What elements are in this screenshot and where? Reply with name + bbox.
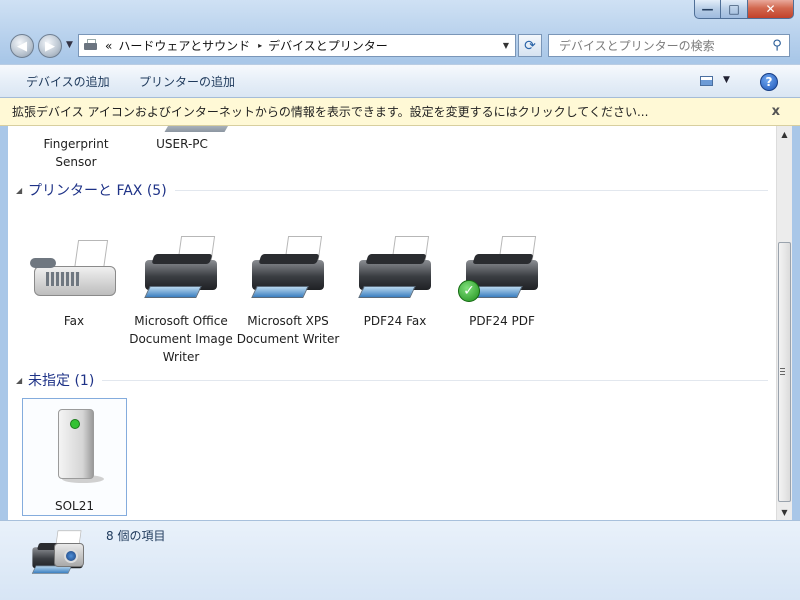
printer-item-fax[interactable]: Fax bbox=[22, 234, 126, 330]
group-header-printers-and-fax[interactable]: ◢ プリンターと FAX (5) bbox=[16, 181, 768, 199]
printer-label: Microsoft XPS Document Writer bbox=[236, 314, 340, 346]
refresh-button[interactable]: ⟳ bbox=[518, 34, 542, 57]
devices-and-printers-large-icon bbox=[24, 529, 88, 589]
back-arrow-icon: ◀ bbox=[17, 38, 27, 54]
command-bar: デバイスの追加 プリンターの追加 ▼ ? bbox=[0, 64, 800, 98]
search-input[interactable] bbox=[557, 37, 769, 54]
information-bar-text[interactable]: 拡張デバイス アイコンおよびインターネットからの情報を表示できます。設定を変更す… bbox=[12, 103, 648, 120]
printer-label: PDF24 Fax bbox=[363, 314, 427, 328]
address-bar[interactable]: « ハードウェアとサウンド ▸ デバイスとプリンター ▼ bbox=[78, 34, 516, 57]
address-dropdown-icon[interactable]: ▼ bbox=[503, 41, 509, 50]
back-button[interactable]: ◀ bbox=[10, 34, 34, 58]
item-count: 8 個の項目 bbox=[106, 529, 166, 543]
breadcrumb-devices-and-printers[interactable]: デバイスとプリンター bbox=[268, 37, 388, 54]
breadcrumb-separator-icon[interactable]: ▸ bbox=[258, 41, 262, 50]
add-printer-button[interactable]: プリンターの追加 bbox=[139, 73, 235, 90]
information-bar[interactable]: 拡張デバイス アイコンおよびインターネットからの情報を表示できます。設定を変更す… bbox=[0, 98, 800, 126]
add-device-button[interactable]: デバイスの追加 bbox=[26, 73, 110, 90]
printer-item-ms-xps-document-writer[interactable]: Microsoft XPS Document Writer bbox=[236, 234, 340, 348]
view-options-dropdown-icon[interactable]: ▼ bbox=[723, 75, 730, 85]
device-user-pc[interactable]: USER-PC bbox=[142, 135, 222, 153]
group-divider bbox=[102, 379, 768, 381]
printer-icon bbox=[133, 234, 229, 306]
search-icon[interactable]: ⚲ bbox=[769, 38, 785, 53]
group-header-unspecified[interactable]: ◢ 未指定 (1) bbox=[16, 371, 768, 389]
navigation-bar: ◀ ▶ ▼ « ハードウェアとサウンド ▸ デバイスとプリンター ▼ ⟳ ⚲ bbox=[0, 30, 800, 62]
scroll-down-button[interactable]: ▼ bbox=[777, 504, 792, 520]
help-button[interactable]: ? bbox=[760, 73, 778, 91]
maximize-button[interactable]: □ bbox=[721, 0, 748, 19]
printer-icon bbox=[240, 234, 336, 306]
default-printer-check-icon: ✓ bbox=[458, 280, 480, 302]
change-view-icon[interactable] bbox=[700, 76, 713, 86]
computer-icon bbox=[164, 126, 232, 132]
printer-label: Microsoft Office Document Image Writer bbox=[129, 314, 233, 364]
minimize-button[interactable]: — bbox=[694, 0, 721, 19]
devices-printers-icon bbox=[83, 38, 99, 53]
printer-icon bbox=[347, 234, 443, 306]
vertical-scrollbar[interactable]: ▲ ▼ bbox=[776, 126, 792, 520]
information-bar-close-button[interactable]: x bbox=[772, 104, 780, 119]
printer-item-ms-office-document-image-writer[interactable]: Microsoft Office Document Image Writer bbox=[129, 234, 233, 366]
camera-lens-icon bbox=[64, 549, 78, 563]
forward-arrow-icon: ▶ bbox=[45, 38, 55, 54]
recent-pages-dropdown[interactable]: ▼ bbox=[66, 40, 73, 50]
forward-button[interactable]: ▶ bbox=[38, 34, 62, 58]
device-fingerprint-sensor[interactable]: Fingerprint Sensor bbox=[36, 135, 116, 171]
search-box[interactable]: ⚲ bbox=[548, 34, 790, 57]
collapse-triangle-icon[interactable]: ◢ bbox=[16, 376, 28, 385]
scroll-grip-icon bbox=[780, 368, 785, 376]
device-item-sol21[interactable]: SOL21 bbox=[22, 398, 127, 516]
devices-content-pane: Fingerprint Sensor USER-PC ◢ プリンターと FAX … bbox=[8, 126, 776, 520]
scroll-up-button[interactable]: ▲ bbox=[777, 126, 792, 142]
device-label: SOL21 bbox=[54, 499, 95, 513]
breadcrumb-hardware-and-sound[interactable]: ハードウェアとサウンド bbox=[118, 37, 250, 54]
group-title: 未指定 (1) bbox=[28, 373, 95, 389]
group-title: プリンターと FAX (5) bbox=[28, 183, 167, 199]
server-icon bbox=[40, 405, 110, 485]
breadcrumb-overflow[interactable]: « bbox=[105, 39, 112, 53]
caption-buttons: — □ ✕ bbox=[694, 0, 794, 20]
details-pane: 8 個の項目 bbox=[0, 520, 800, 600]
collapse-triangle-icon[interactable]: ◢ bbox=[16, 186, 28, 195]
printer-label: PDF24 PDF bbox=[469, 314, 535, 328]
refresh-icon: ⟳ bbox=[524, 37, 536, 54]
device-label: USER-PC bbox=[156, 137, 208, 151]
printer-item-pdf24-fax[interactable]: PDF24 Fax bbox=[343, 234, 447, 330]
device-label: Fingerprint Sensor bbox=[43, 137, 109, 169]
group-divider bbox=[174, 189, 768, 191]
devices-and-printers-window: — □ ✕ ◀ ▶ ▼ « ハードウェアとサウンド ▸ デバイスとプリンター ▼… bbox=[0, 0, 800, 600]
fax-icon bbox=[26, 234, 122, 306]
printer-icon: ✓ bbox=[454, 234, 550, 306]
printer-item-pdf24-pdf[interactable]: ✓ PDF24 PDF bbox=[450, 234, 554, 330]
printer-label: Fax bbox=[63, 314, 85, 328]
close-button[interactable]: ✕ bbox=[748, 0, 794, 19]
